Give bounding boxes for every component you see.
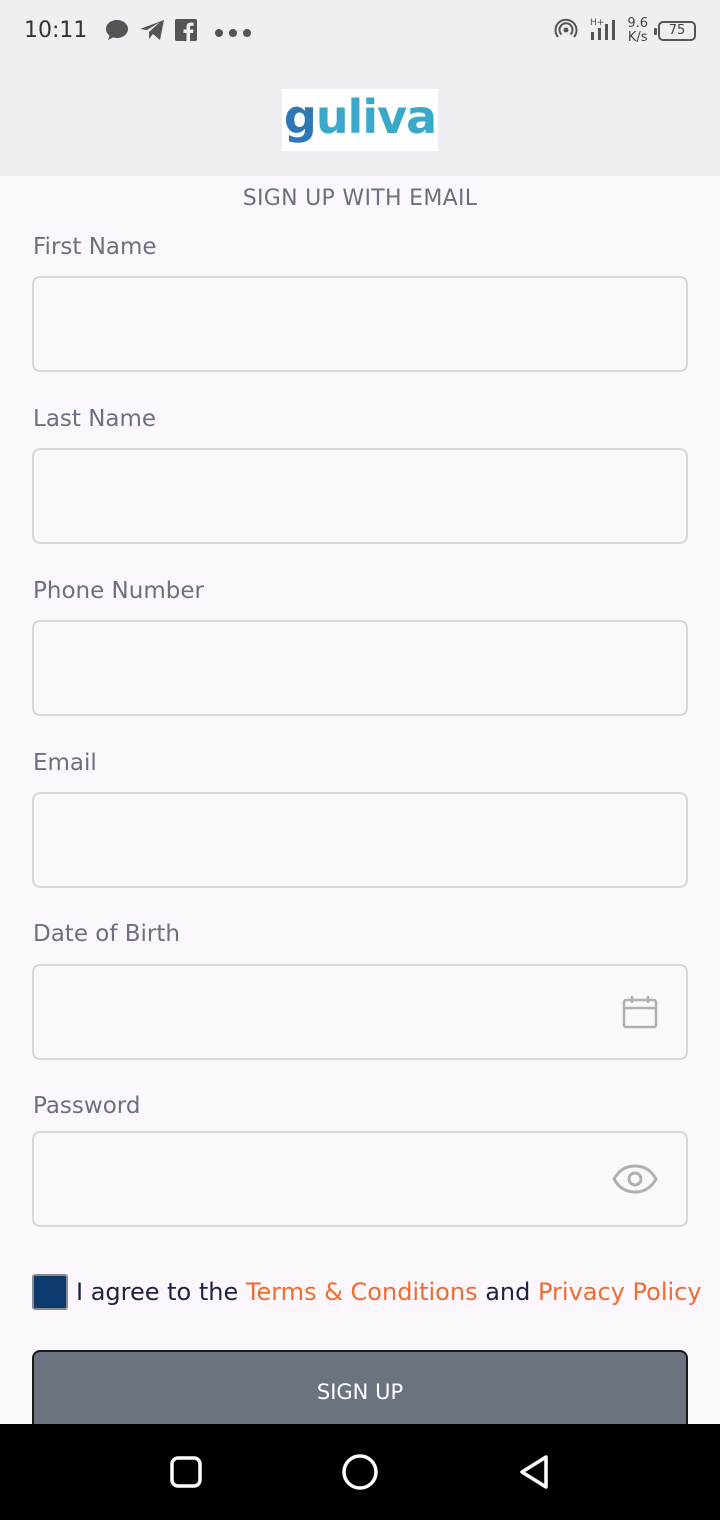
last-name-input[interactable] xyxy=(32,448,688,544)
app-header: guliva xyxy=(0,64,720,176)
first-name-label: First Name xyxy=(33,234,157,260)
eye-icon[interactable] xyxy=(612,1164,658,1194)
battery-icon: 75 xyxy=(654,21,696,41)
page-title: SIGN UP WITH EMAIL xyxy=(242,186,478,211)
more-dots-icon xyxy=(214,23,254,42)
net-speed-unit: K/s xyxy=(627,30,648,45)
net-speed: 9.6 K/s xyxy=(627,17,648,45)
password-input[interactable] xyxy=(32,1131,688,1227)
home-icon[interactable] xyxy=(336,1448,384,1496)
terms-link[interactable]: Terms & Conditions xyxy=(246,1278,478,1306)
calendar-icon[interactable] xyxy=(622,994,658,1030)
privacy-link[interactable]: Privacy Policy xyxy=(538,1278,702,1306)
facebook-icon xyxy=(174,18,198,46)
phone-number-input[interactable] xyxy=(32,620,688,716)
telegram-icon xyxy=(138,18,166,46)
date-of-birth-label: Date of Birth xyxy=(33,921,180,947)
status-bar: 10:11 H+ 9.6 K/s 75 xyxy=(0,0,720,64)
agree-checkbox[interactable] xyxy=(32,1274,68,1310)
notification-icons xyxy=(104,18,254,46)
agree-middle: and xyxy=(477,1278,538,1306)
logo-text-first: g xyxy=(283,90,317,144)
phone-number-label: Phone Number xyxy=(33,578,204,604)
logo-text: guliva xyxy=(284,94,437,140)
password-label: Password xyxy=(33,1093,141,1119)
email-label: Email xyxy=(33,750,97,776)
system-nav-bar xyxy=(0,1424,720,1520)
status-right: H+ 9.6 K/s 75 xyxy=(553,16,696,46)
chat-icon xyxy=(104,18,130,46)
signal-icon: H+ xyxy=(589,16,617,46)
last-name-label: Last Name xyxy=(33,406,157,432)
first-name-input[interactable] xyxy=(32,276,688,372)
agree-prefix: I agree to the xyxy=(76,1278,246,1306)
recents-icon[interactable] xyxy=(162,1448,210,1496)
guliva-logo: guliva xyxy=(282,89,438,151)
status-time: 10:11 xyxy=(24,18,88,43)
agree-text: I agree to the Terms & Conditions and Pr… xyxy=(76,1278,702,1306)
agree-row: I agree to the Terms & Conditions and Pr… xyxy=(32,1274,702,1310)
back-icon[interactable] xyxy=(510,1448,558,1496)
svg-text:H+: H+ xyxy=(590,18,604,28)
hotspot-icon xyxy=(553,16,579,46)
email-input[interactable] xyxy=(32,792,688,888)
date-of-birth-input[interactable] xyxy=(32,964,688,1060)
logo-text-rest: uliva xyxy=(315,90,437,144)
signup-form: SIGN UP WITH EMAIL First Name Last Name … xyxy=(0,176,720,1446)
net-speed-value: 9.6 xyxy=(627,16,648,31)
